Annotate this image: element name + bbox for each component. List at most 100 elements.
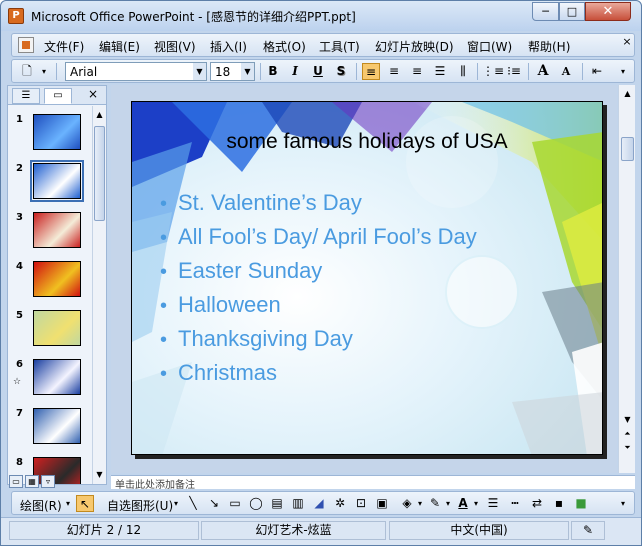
document-close-icon[interactable]: × <box>620 35 634 49</box>
increase-font-size-button[interactable]: A <box>534 63 552 80</box>
diagram-icon[interactable]: ✲ <box>331 495 349 512</box>
chevron-down-icon[interactable]: ▾ <box>62 495 74 512</box>
slide-thumbnail[interactable] <box>33 261 81 297</box>
align-right-icon[interactable]: ≡ <box>408 63 426 80</box>
scroll-up-icon[interactable]: ▲ <box>620 87 635 101</box>
draw-menu-button[interactable]: 绘图(R) <box>20 497 62 514</box>
scroll-down-icon[interactable]: ▼ <box>620 413 635 427</box>
rectangle-icon[interactable]: ▭ <box>226 495 244 512</box>
powerpoint-app-icon[interactable]: P <box>8 8 24 24</box>
toolbar-options-icon[interactable]: ▾ <box>38 63 50 80</box>
slide-thumbnail[interactable] <box>33 359 81 395</box>
slide-thumbnail[interactable] <box>33 310 81 346</box>
underline-button[interactable]: U <box>309 63 327 80</box>
wordart-icon[interactable]: ◢ <box>310 495 328 512</box>
picture-icon[interactable]: ▣ <box>373 495 391 512</box>
tab-outline[interactable]: ☰ <box>12 88 40 104</box>
slide-bullet-item[interactable]: • All Fool’s Day/ April Fool’s Day <box>160 220 477 254</box>
slide-thumbnail[interactable] <box>33 212 81 248</box>
slide-thumbnail[interactable] <box>33 408 81 444</box>
previous-slide-icon[interactable]: ⏶ <box>620 427 635 441</box>
decrease-indent-icon[interactable]: ⇤ <box>588 63 606 80</box>
slide-thumbnail-row[interactable]: 5 <box>8 310 92 358</box>
shadow-style-icon[interactable]: ▪ <box>550 495 568 512</box>
close-button[interactable]: ✕ <box>585 2 631 21</box>
line-style-icon[interactable]: ☰ <box>484 495 502 512</box>
line-icon[interactable]: ╲ <box>184 495 202 512</box>
autoshapes-menu-button[interactable]: 自选图形(U) <box>107 497 173 514</box>
slide-bullet-item[interactable]: • Christmas <box>160 356 477 390</box>
toolbar-options-icon[interactable]: ▾ <box>616 63 630 80</box>
slide-bullet-item[interactable]: • St. Valentine’s Day <box>160 186 477 220</box>
arrow-style-icon[interactable]: ⇄ <box>528 495 546 512</box>
3d-style-icon[interactable]: ■ <box>572 495 590 512</box>
design-template-status[interactable]: 幻灯艺术-炫蓝 <box>201 521 386 540</box>
font-color-icon[interactable]: A <box>454 495 472 512</box>
menu-insert[interactable]: 插入(I) <box>210 38 247 55</box>
scroll-up-icon[interactable]: ▲ <box>93 108 106 121</box>
maximize-button[interactable]: □ <box>559 2 585 21</box>
slide-bullet-item[interactable]: • Easter Sunday <box>160 254 477 288</box>
scrollbar-thumb[interactable] <box>94 126 105 221</box>
decrease-font-size-button[interactable]: A <box>557 63 575 80</box>
slide-bullet-item[interactable]: • Thanksgiving Day <box>160 322 477 356</box>
normal-view-icon[interactable]: ▭ <box>9 475 23 488</box>
slide-bullet-list[interactable]: • St. Valentine’s Day • All Fool’s Day/ Apr… <box>160 186 477 390</box>
menu-edit[interactable]: 编辑(E) <box>99 38 140 55</box>
pane-close-icon[interactable]: × <box>88 87 98 101</box>
oval-icon[interactable]: ◯ <box>247 495 265 512</box>
chevron-down-icon[interactable]: ▾ <box>415 495 425 512</box>
clipart-icon[interactable]: ⊡ <box>352 495 370 512</box>
slide-thumbnail-row[interactable]: 3 <box>8 212 92 260</box>
chevron-down-icon[interactable]: ▾ <box>170 495 182 512</box>
slide-thumbnail-row[interactable]: 2 <box>8 160 92 211</box>
menu-window[interactable]: 窗口(W) <box>467 38 512 55</box>
select-objects-icon[interactable]: ↖ <box>76 495 94 512</box>
bullets-icon[interactable]: ⁝≡ <box>505 63 523 80</box>
new-document-icon[interactable]: 🗋 <box>18 63 36 80</box>
fill-color-icon[interactable]: ◈ <box>398 495 416 512</box>
chevron-down-icon[interactable]: ▾ <box>443 495 453 512</box>
justify-icon[interactable]: ☰ <box>431 63 449 80</box>
menu-format[interactable]: 格式(O) <box>263 38 306 55</box>
slide-title[interactable]: some famous holidays of USA <box>132 130 602 154</box>
numbering-icon[interactable]: ⋮≡ <box>482 63 504 80</box>
slideshow-view-icon[interactable]: ▿ <box>41 475 55 488</box>
menu-slideshow[interactable]: 幻灯片放映(D) <box>375 38 454 55</box>
slide-thumbnail[interactable] <box>30 160 84 202</box>
slide-thumbnail[interactable] <box>33 114 81 150</box>
arrow-icon[interactable]: ↘ <box>205 495 223 512</box>
align-center-icon[interactable]: ≡ <box>385 63 403 80</box>
notes-pane[interactable]: 单击此处添加备注 <box>111 475 635 489</box>
next-slide-icon[interactable]: ⏷ <box>620 441 635 455</box>
menu-tools[interactable]: 工具(T) <box>319 38 360 55</box>
document-icon[interactable] <box>18 37 34 53</box>
scrollbar-thumb[interactable] <box>621 137 634 161</box>
spelling-status-icon[interactable]: ✎ <box>571 521 605 540</box>
menu-file[interactable]: 文件(F) <box>44 38 84 55</box>
toolbar-options-icon[interactable]: ▾ <box>616 495 630 512</box>
shadow-button[interactable]: S <box>332 63 350 80</box>
slide-thumbnail-row[interactable]: 7 <box>8 408 92 456</box>
italic-button[interactable]: I <box>286 63 304 80</box>
vertical-textbox-icon[interactable]: ▥ <box>289 495 307 512</box>
menu-help[interactable]: 帮助(H) <box>528 38 570 55</box>
tab-slides[interactable]: ▭ <box>44 88 72 104</box>
thumbnails-scrollbar[interactable]: ▲ ▼ <box>92 106 106 484</box>
font-size-select[interactable]: 18 ▼ <box>210 62 255 81</box>
distribute-icon[interactable]: ⫼ <box>454 63 472 80</box>
textbox-icon[interactable]: ▤ <box>268 495 286 512</box>
font-name-select[interactable]: Arial ▼ <box>65 62 207 81</box>
line-color-icon[interactable]: ✎ <box>426 495 444 512</box>
align-left-icon[interactable]: ≡ <box>362 63 380 80</box>
slide-thumbnail-row[interactable]: 4 <box>8 261 92 309</box>
chevron-down-icon[interactable]: ▾ <box>471 495 481 512</box>
dash-style-icon[interactable]: ┅ <box>506 495 524 512</box>
minimize-button[interactable]: ─ <box>532 2 559 21</box>
slide-scrollbar[interactable]: ▲ ▼ ⏶ ⏷ <box>618 85 635 473</box>
slide-canvas[interactable]: some famous holidays of USA • St. Valenti… <box>131 101 603 455</box>
slide-sorter-view-icon[interactable]: ▦ <box>25 475 39 488</box>
slide-thumbnail-row[interactable]: 6 ☆ <box>8 359 92 407</box>
menu-view[interactable]: 视图(V) <box>154 38 196 55</box>
bold-button[interactable]: B <box>264 63 282 80</box>
